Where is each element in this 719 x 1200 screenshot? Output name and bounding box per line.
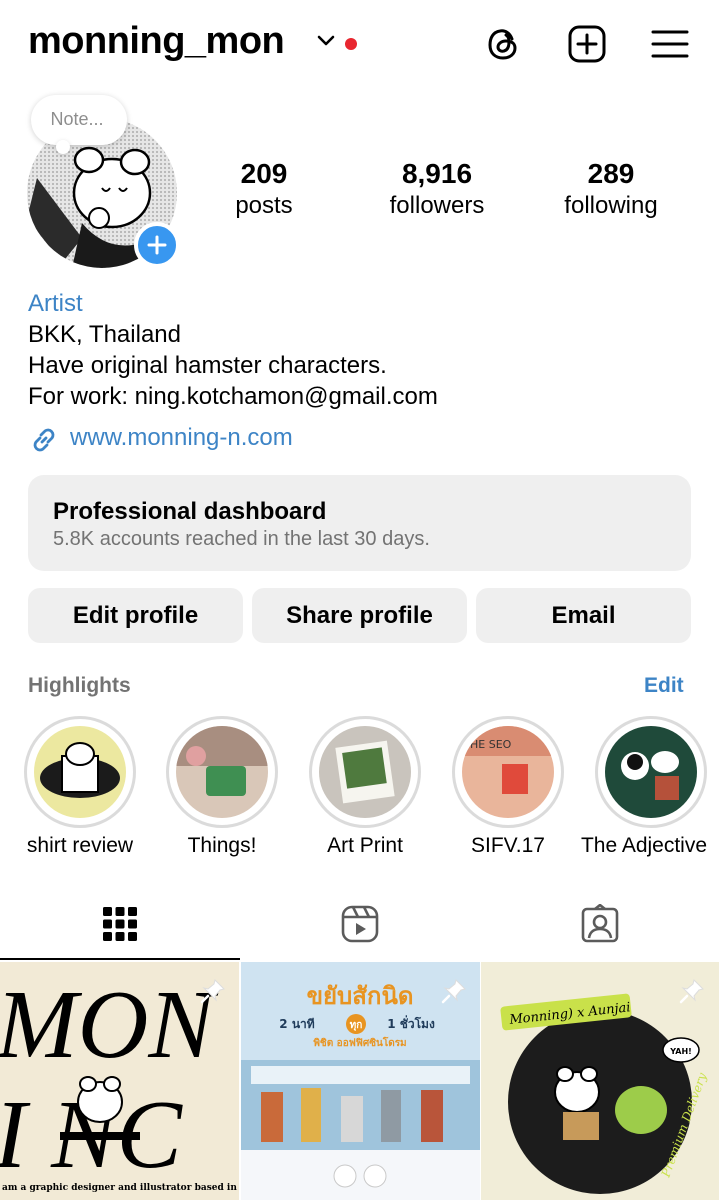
edit-profile-button[interactable]: Edit profile	[28, 588, 243, 643]
bio-location: BKK, Thailand	[28, 321, 181, 348]
dashboard-subtitle: 5.8K accounts reached in the last 30 day…	[53, 528, 430, 550]
professional-dashboard[interactable]: Professional dashboard 5.8K accounts rea…	[28, 475, 691, 571]
tagged-icon[interactable]	[580, 904, 620, 944]
stat-value: 209	[240, 158, 288, 189]
highlight-label: shirt review	[26, 834, 134, 857]
highlight-label: Things!	[187, 834, 257, 857]
post-tile-2[interactable]: ขยับสักนิด 2 นาที ทุก 1 ชั่วโมง พิชิต ออ…	[241, 962, 480, 1200]
share-profile-button[interactable]: Share profile	[252, 588, 467, 643]
post-bubble: YAH!	[669, 1047, 692, 1056]
bio-category: Artist	[28, 290, 83, 317]
active-tab-indicator	[0, 958, 240, 960]
highlights-title: Highlights	[28, 674, 131, 697]
highlights-edit-link[interactable]: Edit	[644, 674, 684, 698]
post-subtitle-2: พิชิต ออฟฟิศซินโดรม	[313, 1036, 406, 1049]
highlight-cover	[319, 726, 411, 818]
post-title: ขยับสักนิด	[307, 982, 414, 1010]
stat-value: 289	[587, 158, 635, 189]
note-bubble[interactable]: Note...	[31, 95, 127, 145]
post-caption: am a graphic designer and illustrator ba…	[2, 1183, 239, 1193]
menu-icon[interactable]	[650, 24, 690, 64]
chevron-down-icon[interactable]	[316, 33, 336, 49]
stat-label: posts	[235, 192, 293, 219]
stat-label: followers	[389, 192, 485, 219]
pin-icon	[679, 979, 704, 1004]
bio-contact: For work: ning.kotchamon@gmail.com	[28, 383, 438, 410]
note-placeholder: Note...	[50, 109, 104, 129]
note-bubble-tail	[56, 140, 70, 154]
link-icon	[33, 428, 55, 452]
post-text-top: MON	[0, 971, 218, 1079]
add-story-button[interactable]	[134, 222, 180, 268]
highlight-cover: HE SEO	[462, 726, 554, 818]
highlight-label: The Adjective	[580, 834, 708, 857]
highlight-cover	[605, 726, 697, 818]
new-post-icon[interactable]	[567, 24, 607, 64]
highlight-art-print[interactable]	[309, 716, 421, 828]
username-switcher[interactable]: monning_mon	[28, 20, 285, 63]
pin-icon	[441, 979, 466, 1004]
stat-value: 8,916	[401, 158, 473, 189]
highlight-cover	[34, 726, 126, 818]
followers-count[interactable]: 8,916 followers	[357, 158, 517, 220]
highlight-label: Art Print	[327, 834, 403, 857]
plus-icon	[147, 235, 167, 255]
highlight-shirt-review[interactable]	[24, 716, 136, 828]
highlight-the-adjective[interactable]	[595, 716, 707, 828]
highlight-cover	[176, 726, 268, 818]
svg-text:HE SEO: HE SEO	[470, 738, 512, 751]
link-text: www.monning-n.com	[70, 424, 293, 451]
stat-label: following	[564, 192, 658, 219]
highlight-things[interactable]	[166, 716, 278, 828]
pin-icon	[200, 979, 225, 1004]
post-subtitle-b: 1 ชั่วโมง	[387, 1015, 435, 1031]
post-tile-3[interactable]: Monning) x Aunjai YAH! Premium Delivery	[481, 962, 719, 1200]
grid-icon[interactable]	[100, 904, 140, 944]
post-subtitle-badge: ทุก	[350, 1020, 363, 1031]
reels-icon[interactable]	[340, 904, 380, 944]
post-tile-1[interactable]: MON I NC am a graphic designer and illus…	[0, 962, 239, 1200]
post-subtitle-a: 2 นาที	[279, 1017, 314, 1031]
highlight-sifv17[interactable]: HE SEO	[452, 716, 564, 828]
profile-header: monning_mon	[0, 0, 719, 90]
email-button[interactable]: Email	[476, 588, 691, 643]
following-count[interactable]: 289 following	[531, 158, 691, 220]
highlight-label: SIFV.17	[471, 834, 545, 857]
bio-description: Have original hamster characters.	[28, 352, 387, 379]
posts-count[interactable]: 209 posts	[184, 158, 344, 220]
dashboard-title: Professional dashboard	[53, 498, 327, 525]
notification-dot	[345, 38, 357, 50]
threads-icon[interactable]	[483, 24, 523, 64]
